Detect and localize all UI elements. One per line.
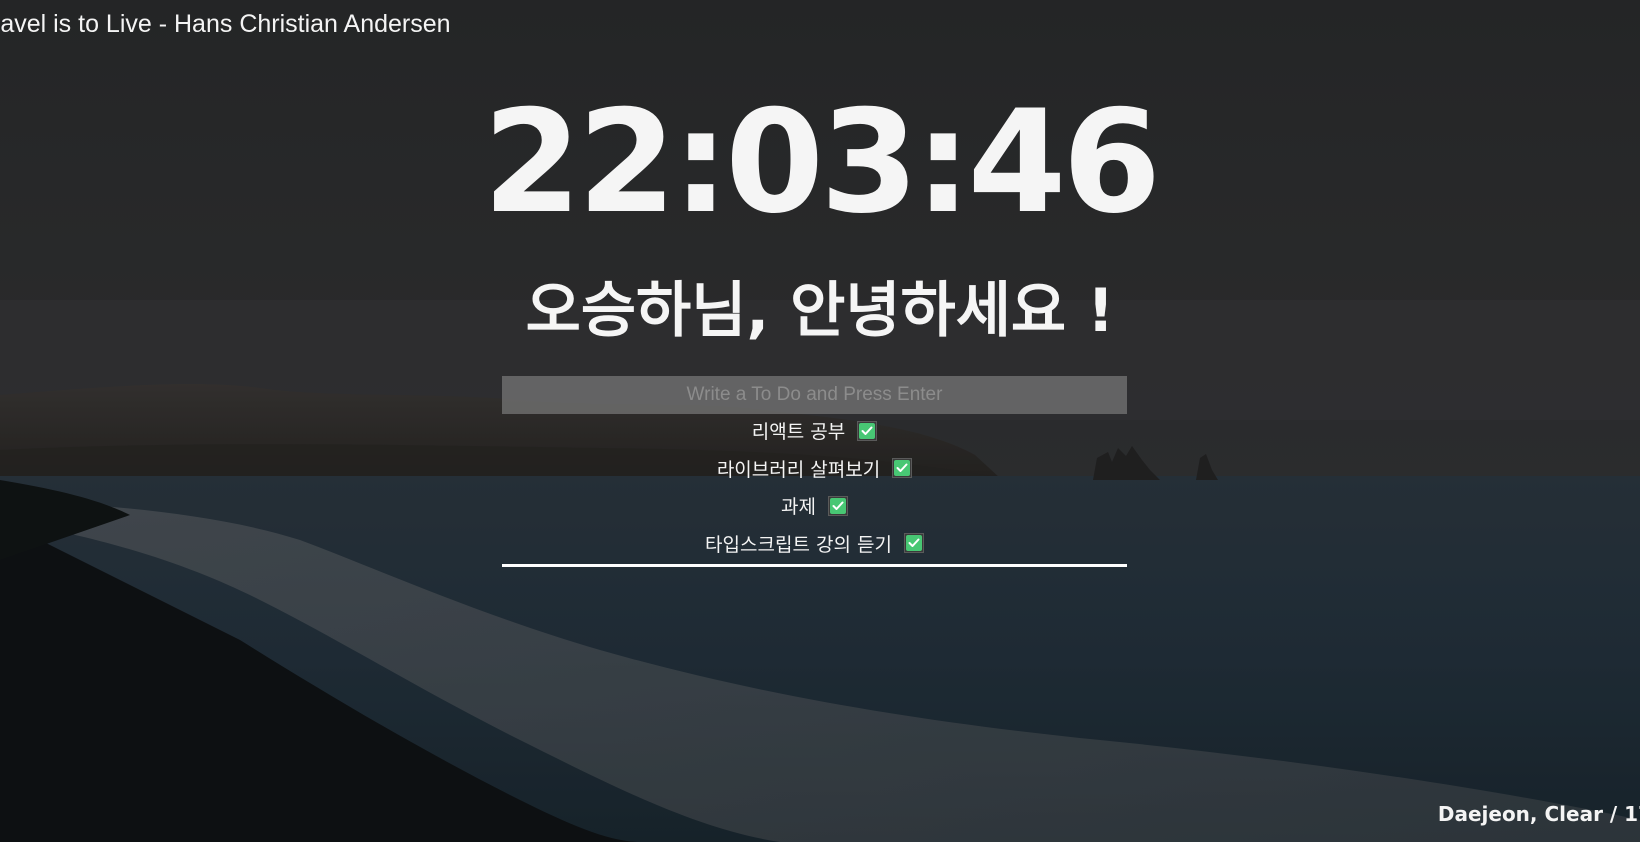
todo-item-text: 과제 xyxy=(781,496,816,519)
check-icon xyxy=(829,497,846,514)
todo-item: 타입스크립트 강의 듣기 xyxy=(502,525,1127,563)
todo-item-text: 라이브러리 살펴보기 xyxy=(716,458,881,481)
todo-item: 라이브러리 살펴보기 xyxy=(502,450,1127,488)
todo-item-text: 리액트 공부 xyxy=(751,421,846,444)
todo-check-button[interactable] xyxy=(857,420,878,441)
todo-input[interactable] xyxy=(502,376,1127,414)
greeting-title: 오승하님, 안녕하세요 ! xyxy=(525,276,1115,346)
todo-form xyxy=(502,376,1127,414)
todo-check-button[interactable] xyxy=(892,458,913,479)
todo-check-button[interactable] xyxy=(827,495,848,516)
check-icon xyxy=(905,535,922,552)
quote-text: ravel is to Live - Hans Christian Anders… xyxy=(0,10,451,38)
clock: 22:03:46 xyxy=(482,80,1161,245)
check-icon xyxy=(859,422,876,439)
check-icon xyxy=(894,460,911,477)
todo-divider xyxy=(502,564,1127,567)
todo-item: 과제 xyxy=(502,487,1127,525)
todo-list: 리액트 공부 라이브러리 살펴보기 과제 타입스크립트 강의 듣기 xyxy=(502,412,1127,562)
todo-item: 리액트 공부 xyxy=(502,412,1127,450)
todo-check-button[interactable] xyxy=(903,533,924,554)
weather-text: Daejeon, Clear / 17 xyxy=(1437,802,1640,826)
todo-item-text: 타입스크립트 강의 듣기 xyxy=(705,533,892,556)
